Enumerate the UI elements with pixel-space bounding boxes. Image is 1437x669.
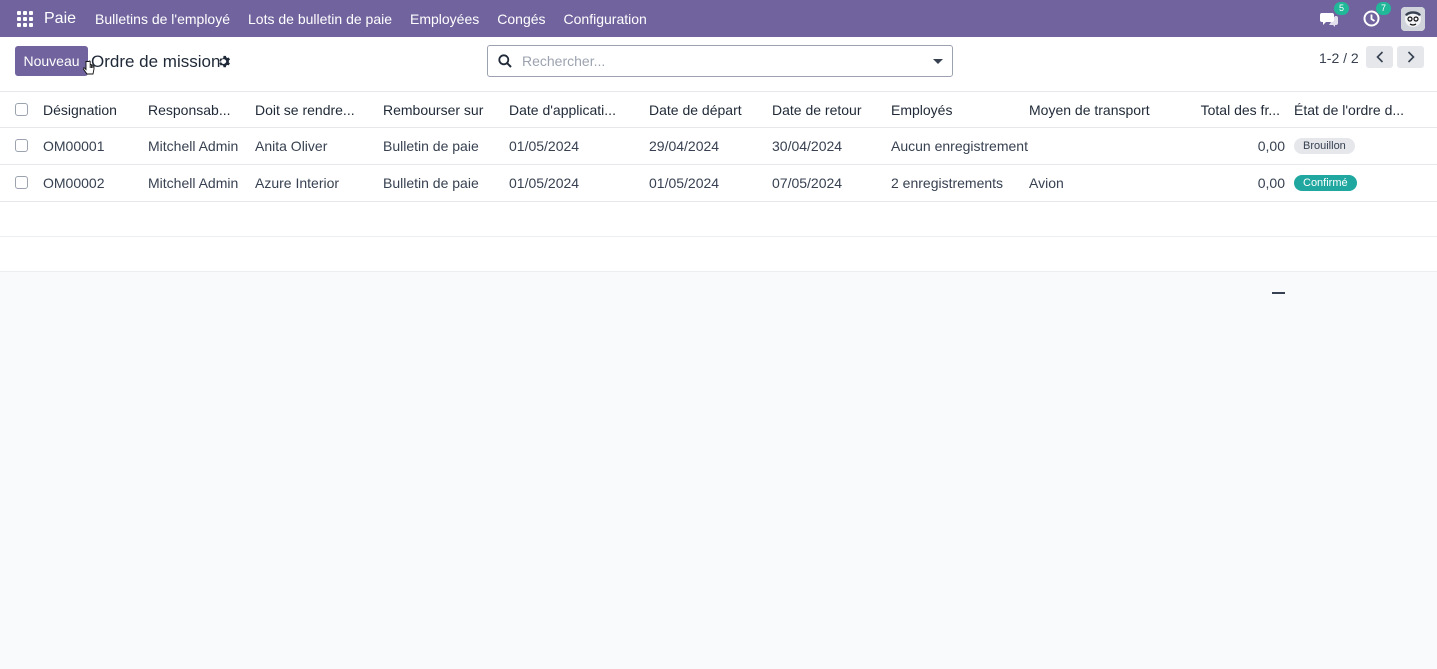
column-header-date-retour[interactable]: Date de retour [772, 92, 862, 127]
cell-responsable: Mitchell Admin [148, 138, 239, 154]
cell-date-depart: 01/05/2024 [649, 175, 720, 191]
messages-icon[interactable]: 5 [1319, 1, 1349, 29]
page-title: Ordre de mission [91, 52, 221, 71]
cell-etat: Brouillon [1294, 128, 1355, 164]
cell-designation: OM00002 [43, 175, 105, 191]
status-badge: Brouillon [1294, 138, 1355, 154]
cell-responsable: Mitchell Admin [148, 175, 239, 191]
chevron-left-icon [1375, 51, 1383, 63]
nav-item-leaves[interactable]: Congés [497, 11, 545, 27]
column-header-date-application[interactable]: Date d'applicati... [509, 92, 616, 127]
select-all-checkbox[interactable] [15, 102, 28, 116]
pager-previous-button[interactable] [1366, 46, 1393, 68]
apps-menu-icon[interactable] [17, 10, 33, 27]
cell-etat: Confirmé [1294, 165, 1357, 201]
search-input[interactable] [522, 51, 912, 71]
search-dropdown-caret-icon[interactable] [933, 59, 943, 64]
column-header-destination[interactable]: Doit se rendre... [255, 92, 355, 127]
gear-icon[interactable] [217, 55, 230, 68]
nav-item-lots[interactable]: Lots de bulletin de paie [248, 11, 392, 27]
cell-employes: Aucun enregistrement [891, 138, 1028, 154]
search-box[interactable] [487, 45, 953, 77]
cell-total: 0,00 [1257, 175, 1285, 191]
column-header-rembourser[interactable]: Rembourser sur [383, 92, 483, 127]
cell-employes: 2 enregistrements [891, 175, 1004, 191]
table-header-row: Désignation Responsab... Doit se rendre.… [0, 92, 1437, 128]
column-header-date-depart[interactable]: Date de départ [649, 92, 742, 127]
column-header-total[interactable]: Total des fr... [1180, 92, 1280, 127]
control-panel: Nouveau Ordre de mission 1-2 / 2 [0, 37, 1437, 92]
cell-destination: Azure Interior [255, 175, 340, 191]
column-header-etat[interactable]: État de l'ordre d... [1294, 92, 1404, 127]
pager-value[interactable]: 1-2 / 2 [1319, 50, 1359, 66]
empty-list-row [0, 202, 1437, 237]
column-header-designation[interactable]: Désignation [43, 92, 117, 127]
cell-date-depart: 29/04/2024 [649, 138, 720, 154]
cell-transport: Avion [1029, 175, 1064, 191]
cell-designation: OM00001 [43, 138, 105, 154]
chevron-right-icon [1407, 51, 1415, 63]
table-row[interactable]: OM00002 Mitchell Admin Azure Interior Bu… [0, 165, 1437, 202]
column-header-employes[interactable]: Employés [891, 92, 952, 127]
pager-next-button[interactable] [1397, 46, 1424, 68]
nav-item-configuration[interactable]: Configuration [564, 11, 647, 27]
column-header-transport[interactable]: Moyen de transport [1029, 92, 1150, 127]
table-row[interactable]: OM00001 Mitchell Admin Anita Oliver Bull… [0, 128, 1437, 165]
cell-rembourser: Bulletin de paie [383, 175, 479, 191]
user-avatar[interactable] [1401, 6, 1425, 31]
list-view: Désignation Responsab... Doit se rendre.… [0, 92, 1437, 272]
activities-badge: 7 [1376, 1, 1391, 15]
cell-rembourser: Bulletin de paie [383, 138, 479, 154]
new-button[interactable]: Nouveau [15, 46, 88, 76]
cell-date-application: 01/05/2024 [509, 175, 580, 191]
row-checkbox[interactable] [15, 139, 28, 152]
cell-date-retour: 30/04/2024 [772, 138, 843, 154]
column-header-responsable[interactable]: Responsab... [148, 92, 231, 127]
status-badge: Confirmé [1294, 175, 1357, 191]
messages-badge: 5 [1334, 1, 1349, 15]
empty-list-row [0, 237, 1437, 272]
cell-destination: Anita Oliver [255, 138, 328, 154]
cell-total: 0,00 [1257, 138, 1285, 154]
cell-date-application: 01/05/2024 [509, 138, 580, 154]
cell-date-retour: 07/05/2024 [772, 175, 843, 191]
row-checkbox[interactable] [15, 176, 28, 189]
search-icon [498, 54, 512, 68]
activities-clock-icon[interactable]: 7 [1361, 1, 1391, 29]
app-brand[interactable]: Paie [44, 10, 76, 28]
minus-icon [1272, 292, 1285, 294]
nav-item-employees[interactable]: Employées [410, 11, 479, 27]
top-navbar: Paie Bulletins de l'employé Lots de bull… [0, 0, 1437, 37]
nav-item-bulletins[interactable]: Bulletins de l'employé [95, 11, 230, 27]
